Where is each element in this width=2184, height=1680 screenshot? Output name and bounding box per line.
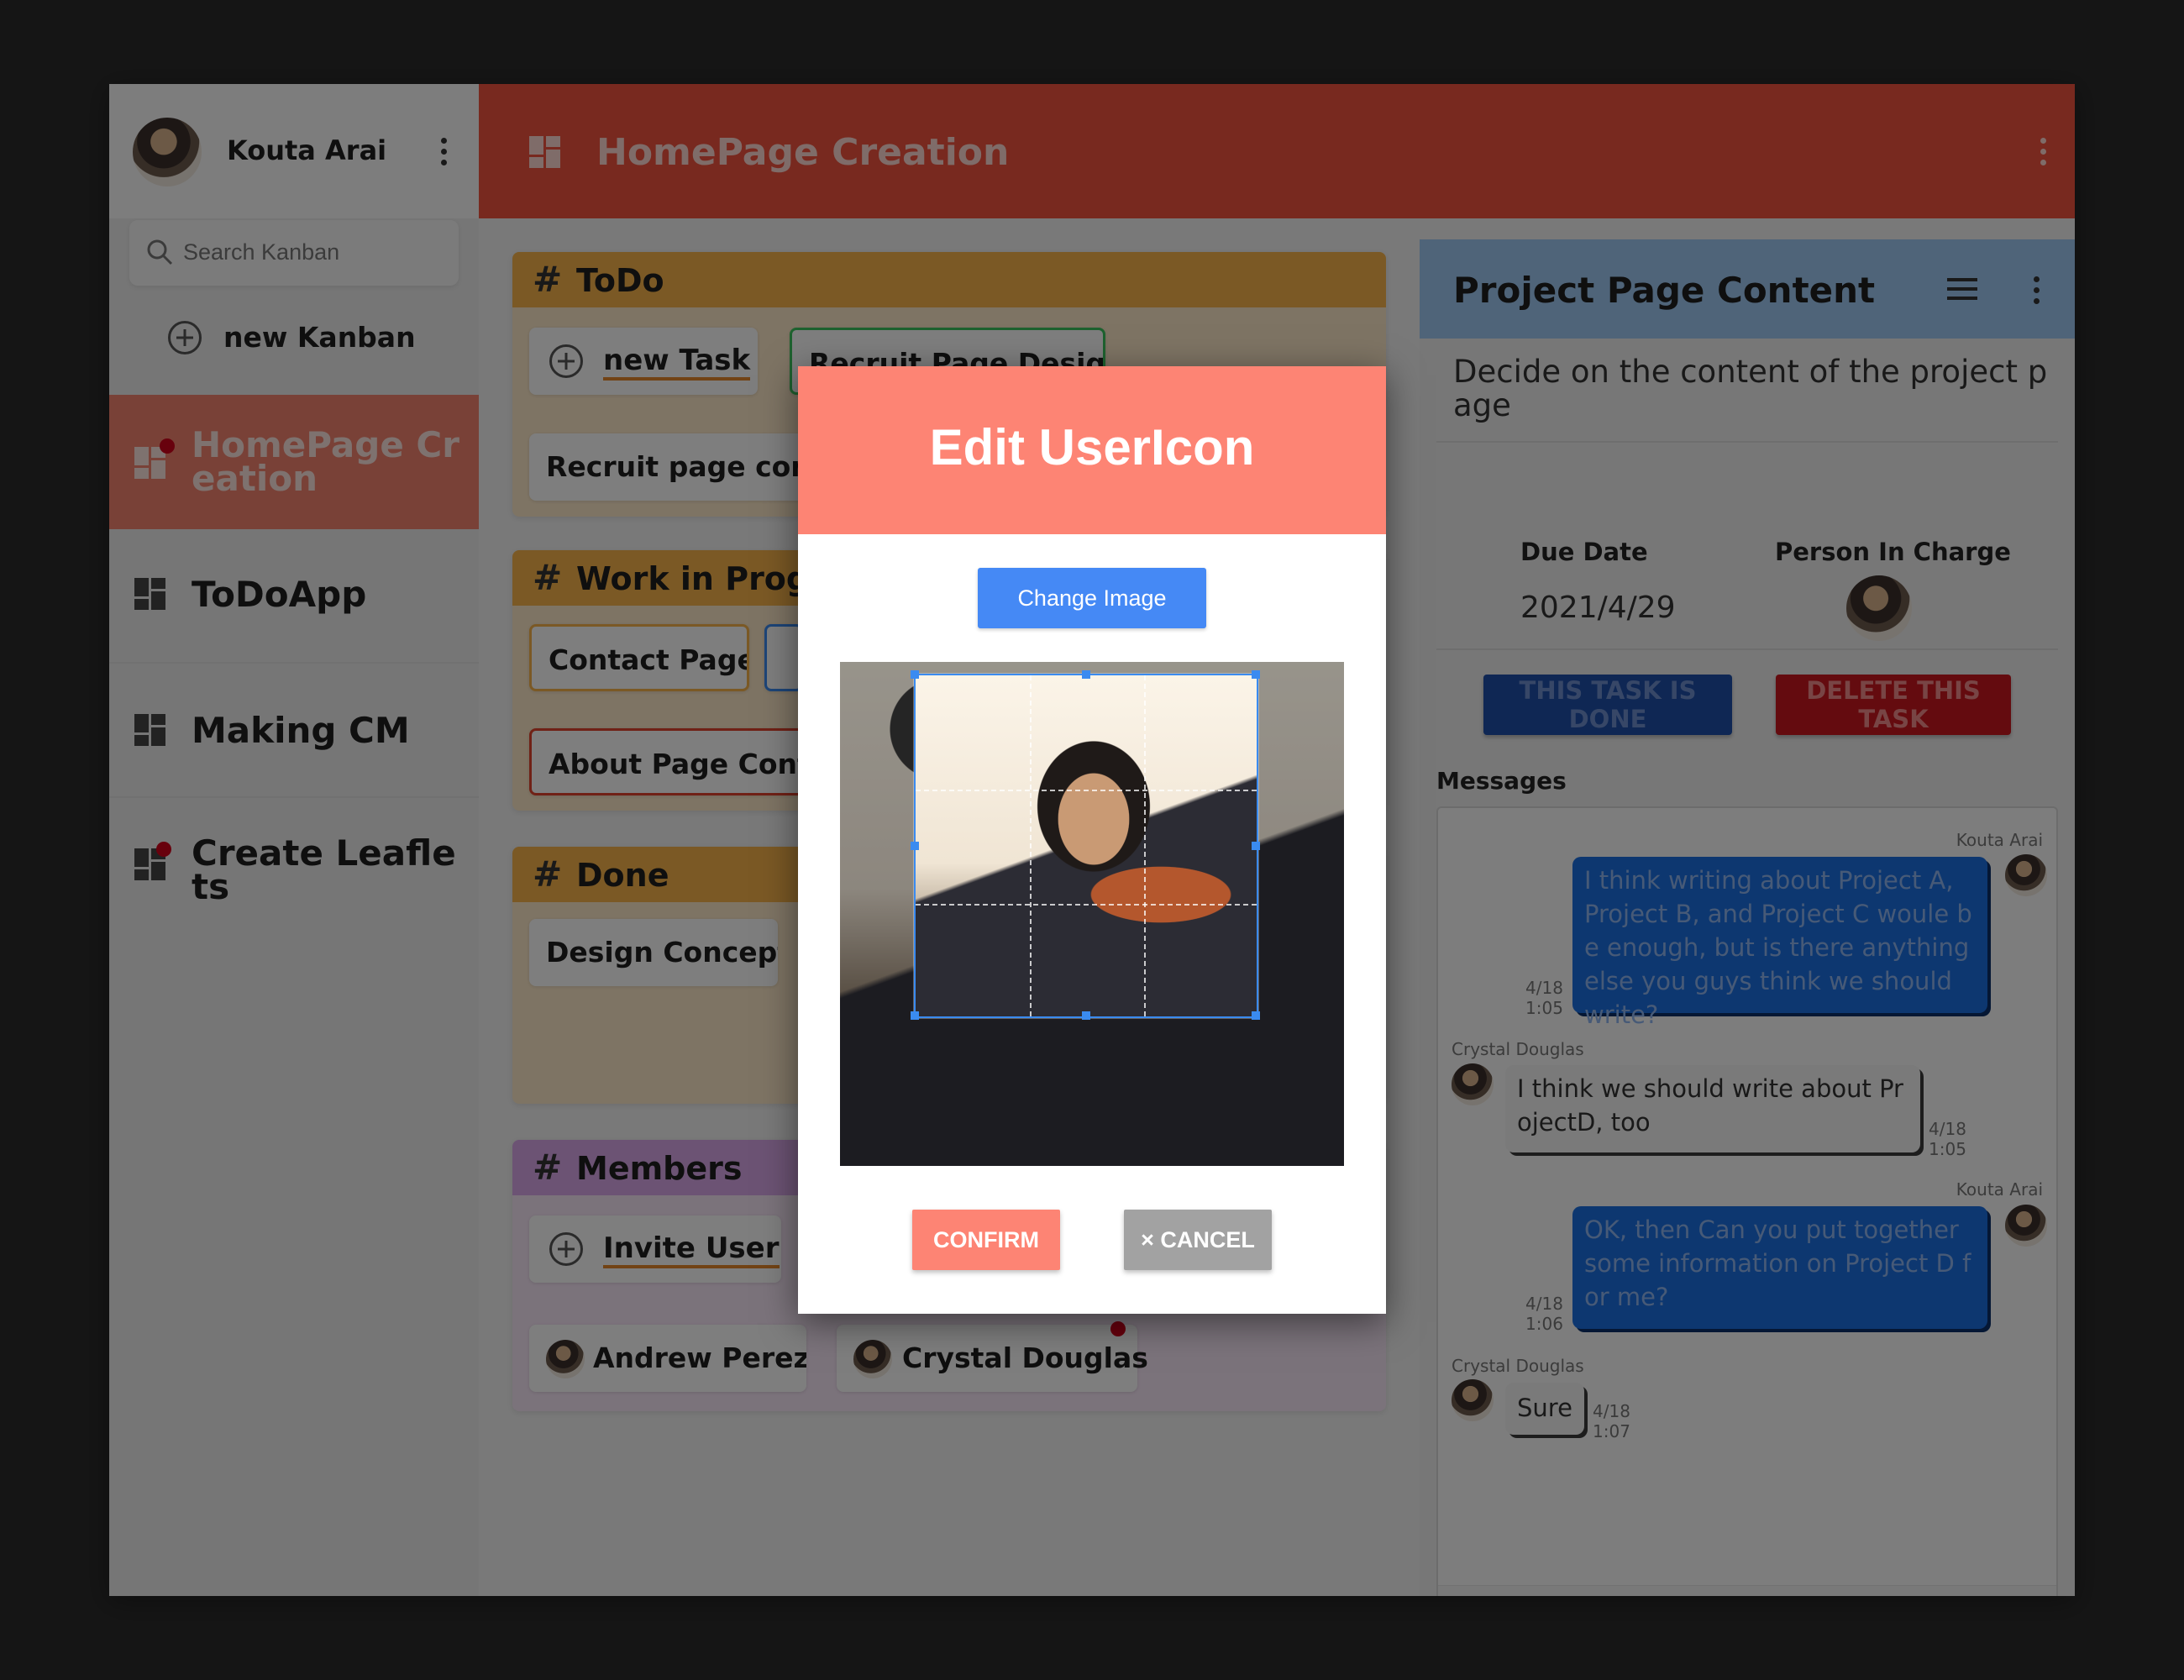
- confirm-button[interactable]: CONFIRM: [912, 1210, 1060, 1270]
- crop-handle-bottom-right[interactable]: [1252, 1011, 1260, 1020]
- dialog-title: Edit UserIcon: [929, 419, 1255, 475]
- cancel-button[interactable]: × CANCEL: [1124, 1210, 1272, 1270]
- crop-handle-right[interactable]: [1252, 842, 1260, 850]
- crop-handle-top[interactable]: [1082, 670, 1090, 679]
- crop-handle-top-left[interactable]: [911, 670, 919, 679]
- dialog-header: Edit UserIcon: [798, 366, 1386, 534]
- crop-grid-line: [1030, 675, 1032, 1016]
- crop-grid-line: [916, 790, 1257, 791]
- crop-image: [840, 662, 1344, 1166]
- crop-handle-left[interactable]: [911, 842, 919, 850]
- crop-selection-box[interactable]: [911, 670, 1260, 1020]
- crop-handle-bottom-left[interactable]: [911, 1011, 919, 1020]
- crop-handle-top-right[interactable]: [1252, 670, 1260, 679]
- crop-grid-line: [916, 904, 1257, 906]
- crop-handle-bottom[interactable]: [1082, 1011, 1090, 1020]
- edit-usericon-dialog: Edit UserIcon Change Image CONFIRM × CAN…: [798, 366, 1386, 1314]
- crop-grid-line: [1144, 675, 1146, 1016]
- change-image-button[interactable]: Change Image: [978, 568, 1206, 628]
